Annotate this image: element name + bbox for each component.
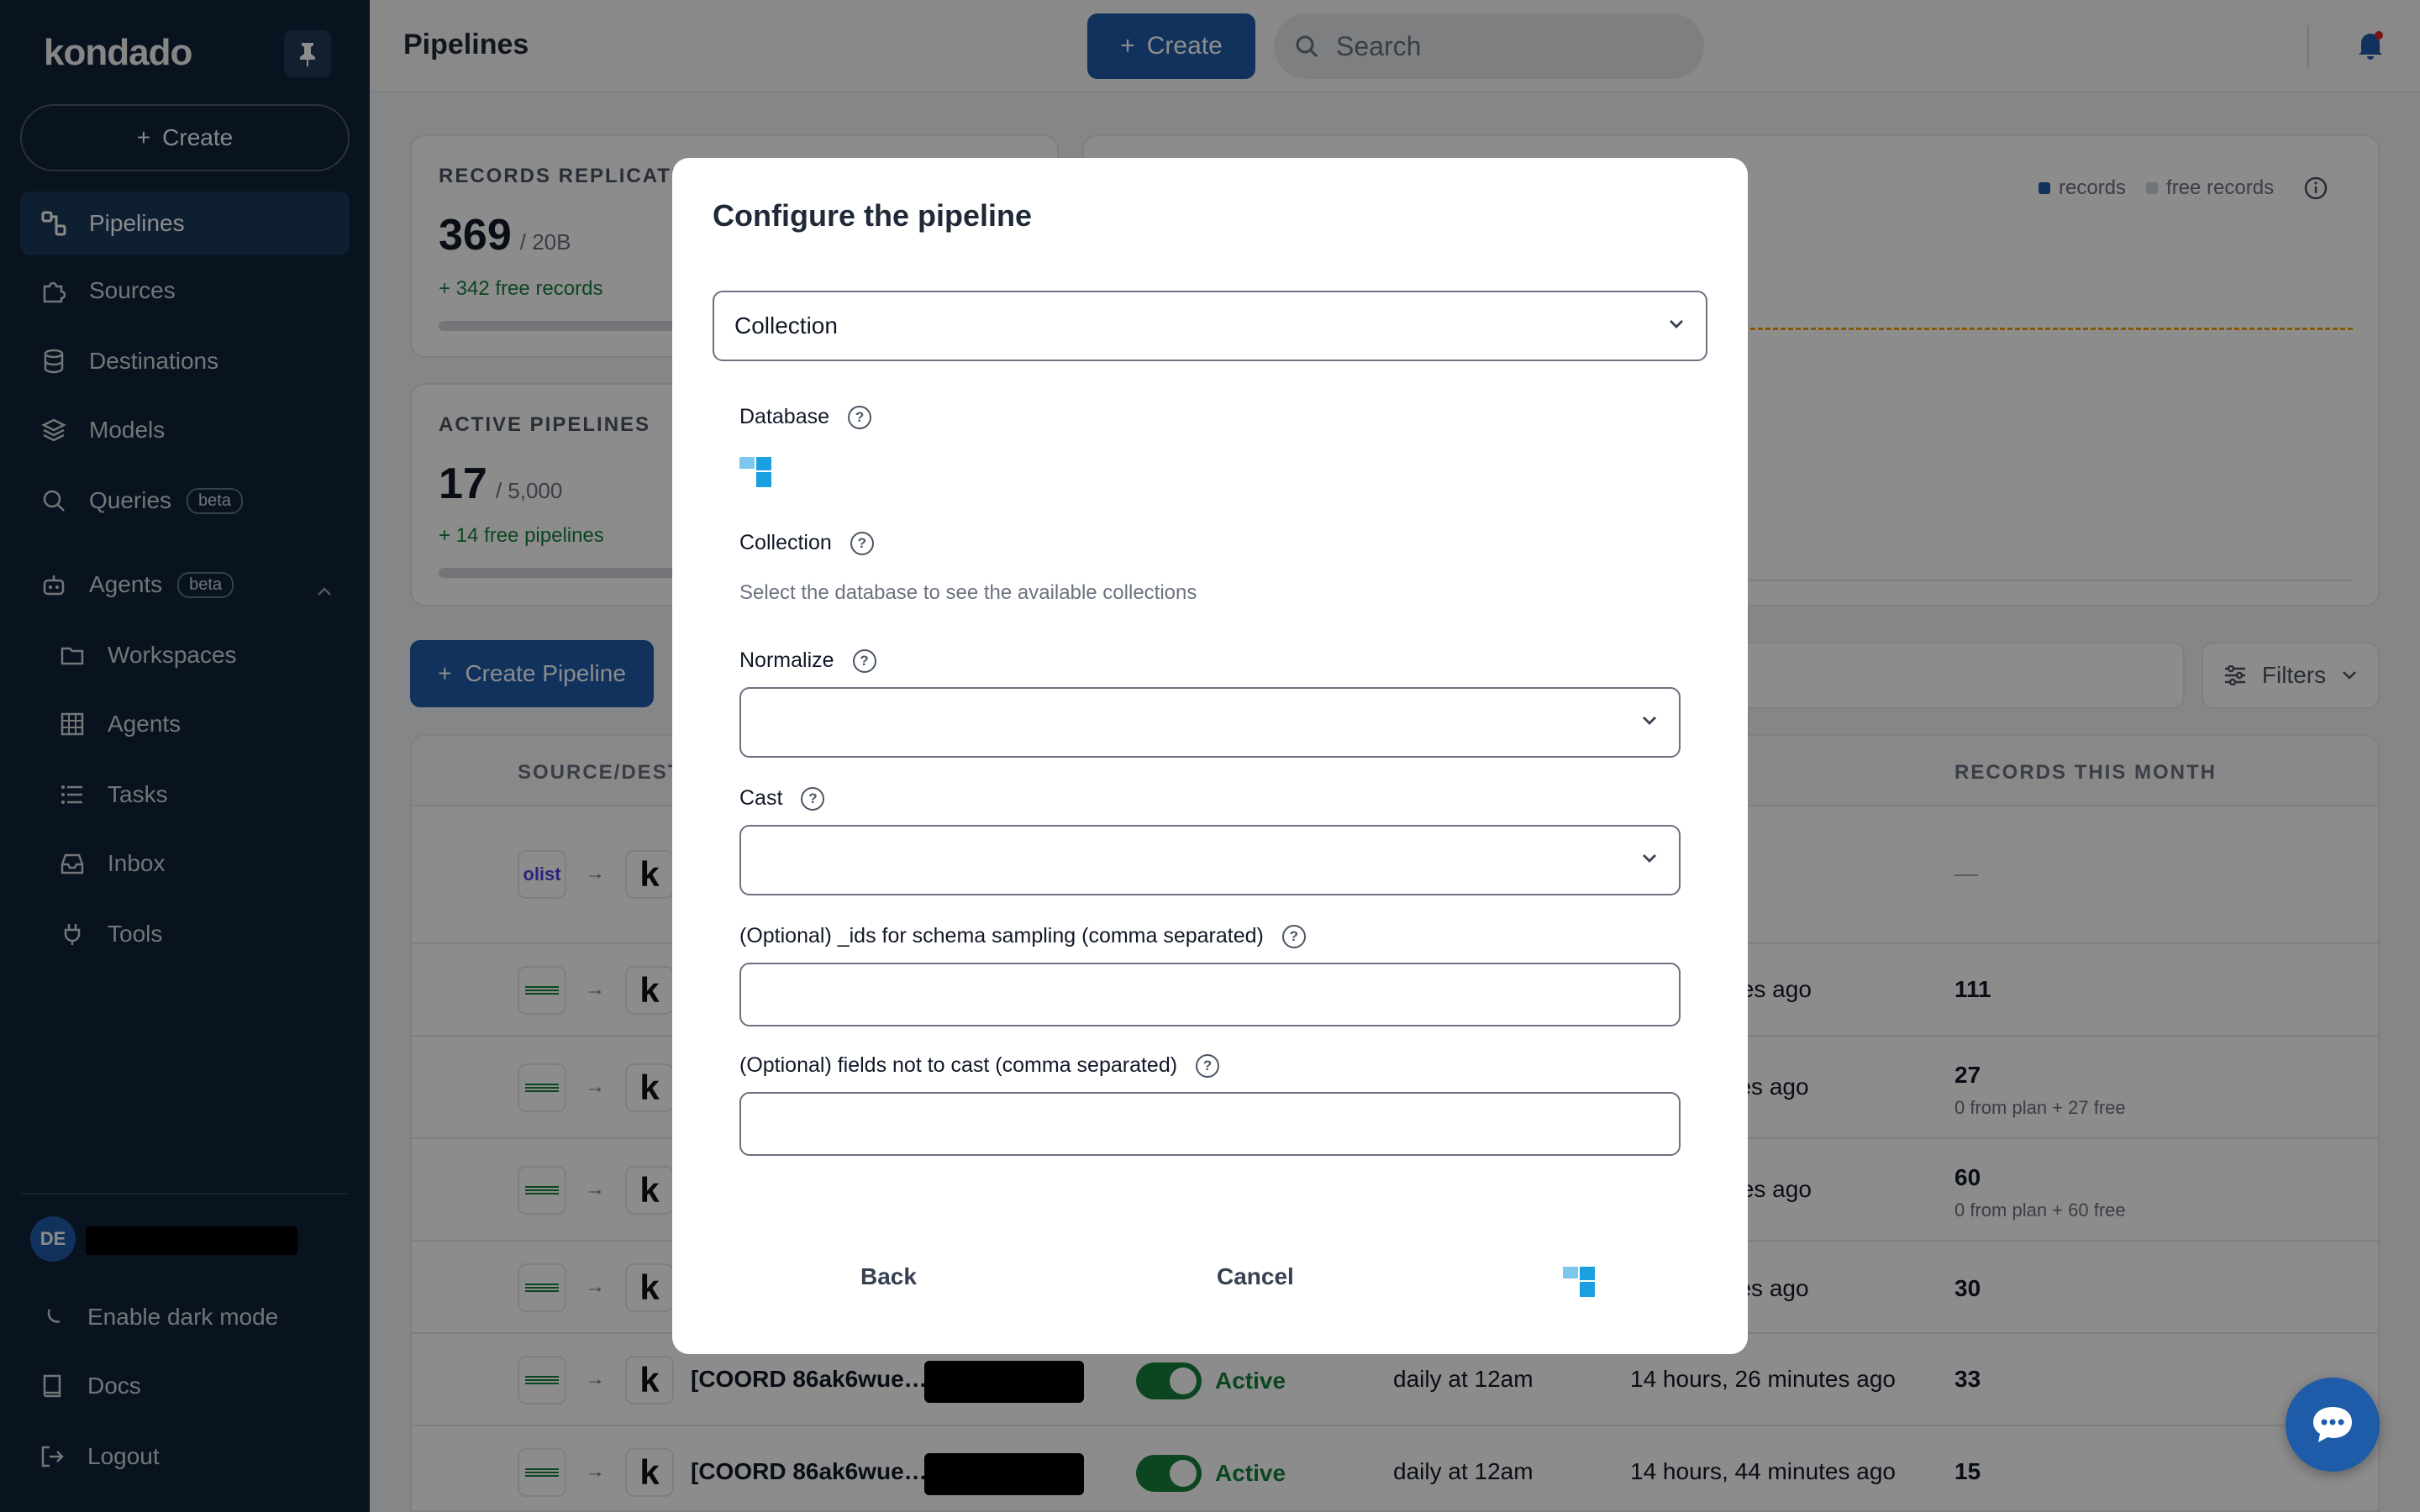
loading-spinner-icon <box>739 457 771 487</box>
ids-label: (Optional) _ids for schema sampling (com… <box>739 924 1264 948</box>
normalize-select[interactable] <box>739 687 1681 758</box>
pipeline-type-select[interactable]: Collection <box>713 291 1707 361</box>
configure-pipeline-modal: Configure the pipeline Collection Databa… <box>672 158 1748 1354</box>
cancel-button[interactable]: Cancel <box>1217 1263 1294 1290</box>
chat-button[interactable] <box>2286 1378 2380 1472</box>
submit-loading-icon[interactable] <box>1563 1267 1595 1299</box>
collection-field-label: Collection ? <box>739 531 874 555</box>
help-icon[interactable]: ? <box>852 648 876 673</box>
help-icon[interactable]: ? <box>850 531 874 555</box>
chevron-down-icon <box>1670 320 1683 328</box>
database-field-label: Database ? <box>739 405 872 429</box>
ids-field-label: (Optional) _ids for schema sampling (com… <box>739 924 1306 948</box>
collection-hint: Select the database to see the available… <box>739 581 1197 604</box>
cast-select[interactable] <box>739 825 1681 895</box>
fields-label: (Optional) fields not to cast (comma sep… <box>739 1053 1178 1077</box>
help-icon[interactable]: ? <box>801 786 825 811</box>
cast-label: Cast <box>739 786 783 810</box>
help-icon[interactable]: ? <box>848 405 872 429</box>
collection-label: Collection <box>739 531 832 554</box>
back-button[interactable]: Back <box>860 1263 917 1290</box>
database-label: Database <box>739 405 830 428</box>
help-icon[interactable]: ? <box>1196 1053 1220 1078</box>
cast-field-label: Cast ? <box>739 786 825 811</box>
chevron-down-icon <box>1643 717 1656 725</box>
chat-icon <box>2313 1407 2352 1442</box>
chevron-down-icon <box>1643 854 1656 863</box>
ids-sampling-input[interactable] <box>739 963 1681 1026</box>
normalize-label: Normalize <box>739 648 834 672</box>
help-icon[interactable]: ? <box>1281 924 1306 948</box>
fields-field-label: (Optional) fields not to cast (comma sep… <box>739 1053 1220 1078</box>
fields-not-cast-input[interactable] <box>739 1092 1681 1156</box>
pipeline-type-value: Collection <box>734 312 838 339</box>
app-root: kondado + Create Pipelines Sources Desti… <box>0 0 2420 1512</box>
normalize-field-label: Normalize ? <box>739 648 876 673</box>
modal-title: Configure the pipeline <box>713 198 1033 233</box>
